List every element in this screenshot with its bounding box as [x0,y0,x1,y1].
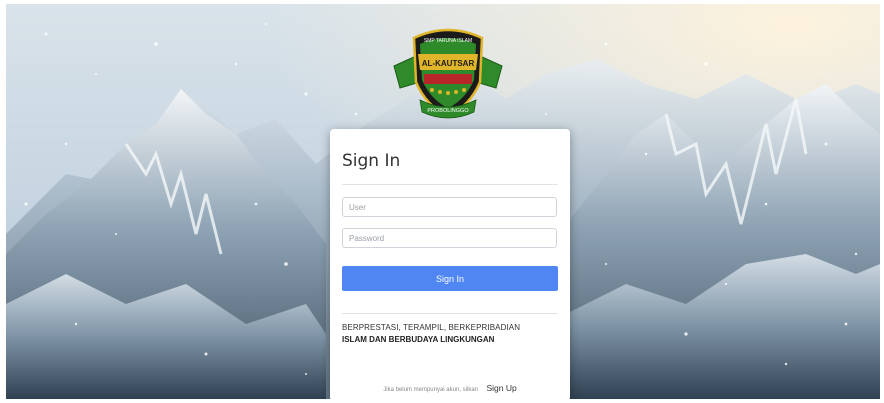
title-divider [342,184,558,185]
sign-up-link[interactable]: Sign Up [486,383,516,393]
background-mountain-image: SMP TARUNA ISLAM AL-KAUTSAR PROBOLINGGO … [6,4,880,399]
sign-in-card: Sign In Sign In BERPRESTASI, TERAMPIL, B… [330,129,570,399]
sign-in-button[interactable]: Sign In [342,266,558,291]
emblem-banner-text: AL-KAUTSAR [422,59,475,68]
tagline-line-2: ISLAM DAN BERBUDAYA LINGKUNGAN [342,335,495,344]
sign-in-title: Sign In [342,151,401,171]
signup-hint: Jika belum mempunyai akun, silkan [383,387,478,393]
tagline-line-1: BERPRESTASI, TERAMPIL, BERKEPRIBADIAN [342,323,521,332]
emblem-top-text: SMP TARUNA ISLAM [424,38,472,44]
tagline-divider [342,313,558,314]
school-emblem-logo: SMP TARUNA ISLAM AL-KAUTSAR PROBOLINGGO [393,28,503,119]
user-input[interactable] [342,197,557,217]
emblem-bottom-text: PROBOLINGGO [427,108,469,114]
password-input[interactable] [342,228,557,248]
signup-row: Jika belum mempunyai akun, silkan Sign U… [330,378,570,396]
